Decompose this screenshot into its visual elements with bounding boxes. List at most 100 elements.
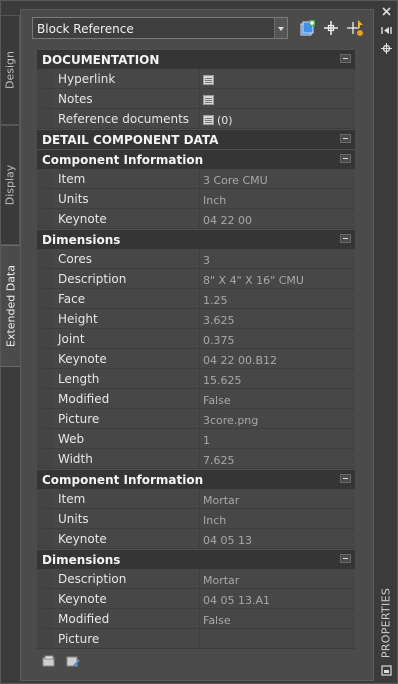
property-row[interactable]: Web 1: [37, 429, 355, 449]
property-key: Width: [53, 449, 199, 468]
property-key: Picture: [53, 629, 199, 648]
category-dimensions-2[interactable]: Dimensions: [37, 549, 355, 569]
property-key: Item: [53, 489, 199, 508]
property-value[interactable]: 1.25: [199, 289, 355, 308]
property-value[interactable]: 3.625: [199, 309, 355, 328]
palette-properties-icon[interactable]: [381, 43, 392, 54]
category-component-information-2[interactable]: Component Information: [37, 469, 355, 489]
property-key: Item: [53, 169, 199, 188]
property-row[interactable]: Item 3 Core CMU: [37, 169, 355, 189]
collapse-icon[interactable]: [340, 134, 351, 143]
reference-documents-icon[interactable]: [203, 115, 214, 125]
property-value[interactable]: 1: [199, 429, 355, 448]
component-information-rows: Item 3 Core CMU Units Inch Keynote 04 22 00: [37, 169, 355, 229]
property-row-hyperlink[interactable]: Hyperlink: [37, 69, 355, 89]
property-value[interactable]: 3: [199, 249, 355, 268]
property-value[interactable]: [199, 89, 355, 108]
property-row[interactable]: Description Mortar: [37, 569, 355, 589]
property-row[interactable]: Units Inch: [37, 189, 355, 209]
property-key: Reference documents: [53, 109, 199, 128]
property-value[interactable]: Inch: [199, 189, 355, 208]
edit-property-data-icon[interactable]: [66, 655, 80, 667]
property-value[interactable]: 8" X 4" X 16" CMU: [199, 269, 355, 288]
property-row[interactable]: Keynote 04 22 00: [37, 209, 355, 229]
property-row[interactable]: Joint 0.375: [37, 329, 355, 349]
add-property-set-icon[interactable]: [298, 19, 316, 37]
property-value[interactable]: False: [199, 609, 355, 628]
property-value[interactable]: 15.625: [199, 369, 355, 388]
property-value[interactable]: 0.375: [199, 329, 355, 348]
auto-hide-icon[interactable]: [381, 25, 392, 36]
component-information-rows-2: Item Mortar Units Inch Keynote 04 05 13: [37, 489, 355, 549]
property-key: Modified: [53, 609, 199, 628]
property-row[interactable]: Picture 3core.png: [37, 409, 355, 429]
property-key: Keynote: [53, 529, 199, 548]
hyperlink-editor-icon[interactable]: [203, 75, 214, 85]
close-icon[interactable]: [381, 6, 392, 17]
property-value[interactable]: Mortar: [199, 569, 355, 588]
tab-display-label: Display: [3, 164, 17, 206]
collapse-icon[interactable]: [340, 554, 351, 563]
category-detail-component-data[interactable]: DETAIL COMPONENT DATA: [37, 129, 355, 149]
category-dimensions-title: Dimensions: [42, 553, 121, 567]
category-component-title: Component Information: [42, 153, 204, 167]
property-row[interactable]: Picture: [37, 629, 355, 649]
collapse-icon[interactable]: [340, 474, 351, 483]
category-component-title: Component Information: [42, 473, 204, 487]
property-key: Keynote: [53, 349, 199, 368]
property-row[interactable]: Item Mortar: [37, 489, 355, 509]
tab-design-label: Design: [3, 51, 17, 89]
category-component-information[interactable]: Component Information: [37, 149, 355, 169]
property-value[interactable]: False: [199, 389, 355, 408]
tab-extended-data[interactable]: Extended Data: [1, 245, 21, 367]
property-key: Face: [53, 289, 199, 308]
notes-editor-icon[interactable]: [203, 95, 214, 105]
property-key: Joint: [53, 329, 199, 348]
category-detail-title: DETAIL COMPONENT DATA: [42, 133, 219, 147]
category-documentation[interactable]: DOCUMENTATION: [37, 49, 355, 69]
property-value[interactable]: Inch: [199, 509, 355, 528]
property-row[interactable]: Units Inch: [37, 509, 355, 529]
collapse-icon[interactable]: [340, 154, 351, 163]
category-dimensions[interactable]: Dimensions: [37, 229, 355, 249]
property-row-notes[interactable]: Notes: [37, 89, 355, 109]
property-value[interactable]: [199, 69, 355, 88]
property-row[interactable]: Keynote 04 22 00.B12: [37, 349, 355, 369]
property-value[interactable]: [199, 629, 355, 648]
palette-title: PROPERTIES: [379, 587, 393, 659]
property-value[interactable]: Mortar: [199, 489, 355, 508]
property-key: Cores: [53, 249, 199, 268]
palette-title-bar[interactable]: [376, 1, 397, 683]
property-row[interactable]: Width 7.625: [37, 449, 355, 469]
quick-select-icon[interactable]: [346, 19, 364, 37]
property-key: Hyperlink: [53, 69, 199, 88]
property-row[interactable]: Cores 3: [37, 249, 355, 269]
object-type-select[interactable]: Block Reference: [32, 17, 288, 39]
property-row[interactable]: Modified False: [37, 609, 355, 629]
property-set-icon[interactable]: [42, 655, 56, 667]
property-row[interactable]: Description 8" X 4" X 16" CMU: [37, 269, 355, 289]
property-value[interactable]: 04 22 00.B12: [199, 349, 355, 368]
property-value[interactable]: 3core.png: [199, 409, 355, 428]
property-row[interactable]: Face 1.25: [37, 289, 355, 309]
pick-point-icon[interactable]: [322, 19, 340, 37]
property-value[interactable]: 3 Core CMU: [199, 169, 355, 188]
tab-design[interactable]: Design: [1, 15, 20, 125]
property-grid: DOCUMENTATION Hyperlink Notes Reference …: [37, 49, 355, 649]
property-value[interactable]: 04 22 00: [199, 209, 355, 228]
property-value[interactable]: (0): [199, 109, 355, 128]
collapse-icon[interactable]: [340, 234, 351, 243]
property-row[interactable]: Keynote 04 05 13.A1: [37, 589, 355, 609]
property-row[interactable]: Height 3.625: [37, 309, 355, 329]
property-value[interactable]: 04 05 13.A1: [199, 589, 355, 608]
property-row-reference-documents[interactable]: Reference documents (0): [37, 109, 355, 129]
chevron-down-icon[interactable]: [274, 18, 287, 38]
palette-menu-icon[interactable]: [381, 665, 392, 676]
property-row[interactable]: Keynote 04 05 13: [37, 529, 355, 549]
property-row[interactable]: Length 15.625: [37, 369, 355, 389]
property-value[interactable]: 7.625: [199, 449, 355, 468]
tab-display[interactable]: Display: [1, 125, 20, 245]
property-value[interactable]: 04 05 13: [199, 529, 355, 548]
property-row[interactable]: Modified False: [37, 389, 355, 409]
collapse-icon[interactable]: [340, 54, 351, 63]
